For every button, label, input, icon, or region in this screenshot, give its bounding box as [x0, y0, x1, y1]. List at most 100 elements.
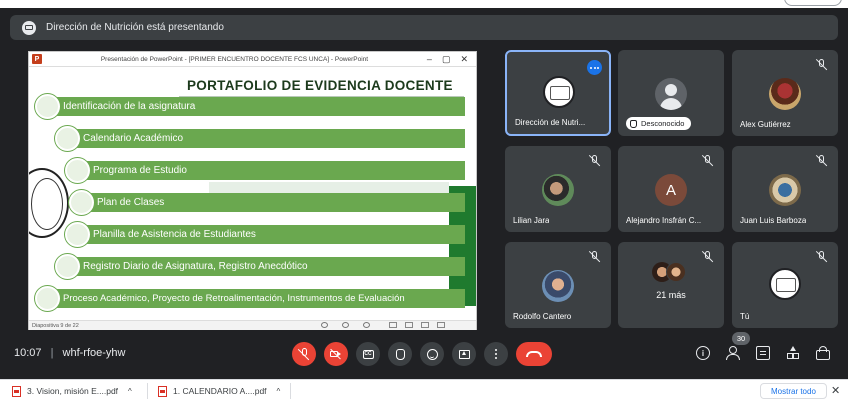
browser-top-strip — [0, 0, 848, 8]
bullet-circle-icon — [55, 126, 80, 151]
participant-name: Alex Gutiérrez — [740, 120, 791, 129]
participant-tile-self[interactable]: Tú — [732, 242, 838, 328]
bullet-circle-icon — [65, 222, 90, 247]
ppt-window-title: Presentación de PowerPoint - [PRIMER ENC… — [100, 55, 369, 63]
raised-hand-chip: Desconocido — [626, 117, 692, 130]
more-options-button[interactable] — [484, 342, 508, 366]
view-controls — [389, 322, 445, 328]
normal-view-icon[interactable] — [389, 322, 397, 328]
slide-item-2: Calendario Académico — [65, 129, 465, 148]
avatar — [769, 78, 801, 110]
participant-count-badge: 30 — [732, 332, 750, 345]
reactions-button[interactable] — [420, 342, 444, 366]
ppt-title-bar: P Presentación de PowerPoint - [PRIMER E… — [29, 52, 476, 67]
hand-icon — [630, 119, 637, 128]
reading-view-icon[interactable] — [421, 322, 429, 328]
download-item[interactable]: 3. Vision, misión E....pdf ^ — [12, 384, 132, 398]
raise-hand-button[interactable] — [388, 342, 412, 366]
present-button[interactable] — [452, 342, 476, 366]
participant-name: Lilian Jara — [513, 216, 550, 225]
mic-off-icon — [701, 154, 714, 167]
browser-button[interactable] — [784, 0, 842, 6]
separator: | — [50, 347, 54, 359]
bullet-circle-icon — [69, 190, 94, 215]
slide-item-5: Planilla de Asistencia de Estudiantes — [75, 225, 465, 244]
mic-off-icon — [588, 250, 601, 263]
participant-name: Dirección de Nutri... — [515, 118, 586, 127]
mic-toggle-button[interactable] — [292, 342, 316, 366]
download-name: 1. CALENDARIO A....pdf — [173, 386, 267, 396]
slide-item-3: Programa de Estudio — [75, 161, 465, 180]
mic-off-icon — [815, 250, 828, 263]
downloads-bar: 3. Vision, misión E....pdf ^ 1. CALENDAR… — [0, 379, 848, 400]
slide: PORTAFOLIO DE EVIDENCIA DOCENTE Identifi… — [29, 68, 476, 320]
meeting-info: 10:07 | whf-rfoe-yhw — [14, 347, 125, 359]
participant-name: Juan Luis Barboza — [740, 216, 807, 225]
pen-icon[interactable] — [342, 322, 349, 328]
maximize-icon[interactable]: ▢ — [442, 54, 451, 65]
slide-nav-controls — [321, 322, 370, 328]
ppt-status-bar: Diapositiva 9 de 22 — [29, 320, 476, 330]
activities-icon[interactable] — [786, 346, 800, 360]
university-seal-icon — [29, 168, 69, 238]
participant-tile[interactable]: Lilian Jara — [505, 146, 611, 232]
hand-icon — [395, 348, 405, 360]
download-name: 3. Vision, misión E....pdf — [27, 386, 119, 396]
close-icon[interactable]: ✕ — [460, 54, 468, 65]
pdf-icon — [158, 385, 167, 397]
prev-slide-icon[interactable] — [321, 322, 328, 328]
slide-item-6: Registro Diario de Asignatura, Registro … — [65, 257, 465, 276]
participant-tile[interactable]: A Alejandro Insfrán C... — [618, 146, 724, 232]
participant-tile[interactable]: Juan Luis Barboza — [732, 146, 838, 232]
divider — [290, 383, 291, 399]
bullet-circle-icon — [65, 158, 90, 183]
more-participants-label: 21 más — [656, 290, 686, 300]
participant-tile[interactable]: Desconocido — [618, 50, 724, 136]
bullet-circle-icon — [35, 94, 60, 119]
mic-off-icon — [701, 250, 714, 263]
chevron-up-icon[interactable]: ^ — [128, 387, 132, 396]
hang-up-icon — [526, 351, 542, 357]
camera-toggle-button[interactable] — [324, 342, 348, 366]
presenting-banner: Dirección de Nutrición está presentando — [10, 15, 838, 40]
participant-name: Tú — [740, 312, 750, 321]
avatar — [769, 268, 801, 300]
participant-name: Desconocido — [641, 119, 685, 128]
slide-item-7: Proceso Académico, Proyecto de Retroalim… — [45, 289, 465, 308]
leave-call-button[interactable] — [516, 342, 552, 366]
download-item[interactable]: 1. CALENDARIO A....pdf ^ — [158, 384, 280, 398]
participant-name: Alejandro Insfrán C... — [626, 216, 702, 225]
participant-name: Rodolfo Cantero — [513, 312, 572, 321]
info-icon[interactable]: i — [696, 346, 710, 360]
minimize-icon[interactable]: – — [427, 54, 432, 65]
participant-tile[interactable]: Alex Gutiérrez — [732, 50, 838, 136]
more-vert-icon — [494, 348, 498, 360]
people-icon[interactable] — [726, 346, 740, 360]
participant-tile[interactable]: Dirección de Nutri... — [505, 50, 611, 136]
avatar — [543, 76, 575, 108]
mic-off-icon — [588, 154, 601, 167]
avatar — [542, 174, 574, 206]
avatar — [769, 174, 801, 206]
captions-button[interactable]: CC — [356, 342, 380, 366]
sorter-view-icon[interactable] — [405, 322, 413, 328]
participant-tile-more[interactable]: 21 más — [618, 242, 724, 328]
slide-item-1: Identificación de la asignatura — [45, 97, 465, 116]
grouped-avatars — [652, 262, 692, 284]
chat-icon[interactable] — [756, 346, 770, 360]
present-screen-icon — [458, 349, 470, 359]
avatar — [655, 78, 687, 110]
slideshow-view-icon[interactable] — [437, 322, 445, 328]
chevron-up-icon[interactable]: ^ — [277, 387, 281, 396]
close-icon[interactable]: ✕ — [831, 384, 840, 397]
bullet-circle-icon — [35, 286, 60, 311]
host-controls-icon[interactable] — [816, 346, 830, 360]
powerpoint-logo-icon: P — [32, 54, 42, 64]
more-options-icon[interactable] — [587, 60, 602, 75]
shared-presentation: P Presentación de PowerPoint - [PRIMER E… — [28, 51, 477, 330]
meeting-code: whf-rfoe-yhw — [62, 347, 126, 359]
show-all-button[interactable]: Mostrar todo — [760, 383, 827, 399]
participant-tile[interactable]: Rodolfo Cantero — [505, 242, 611, 328]
emoji-icon — [426, 348, 438, 360]
next-slide-icon[interactable] — [363, 322, 370, 328]
